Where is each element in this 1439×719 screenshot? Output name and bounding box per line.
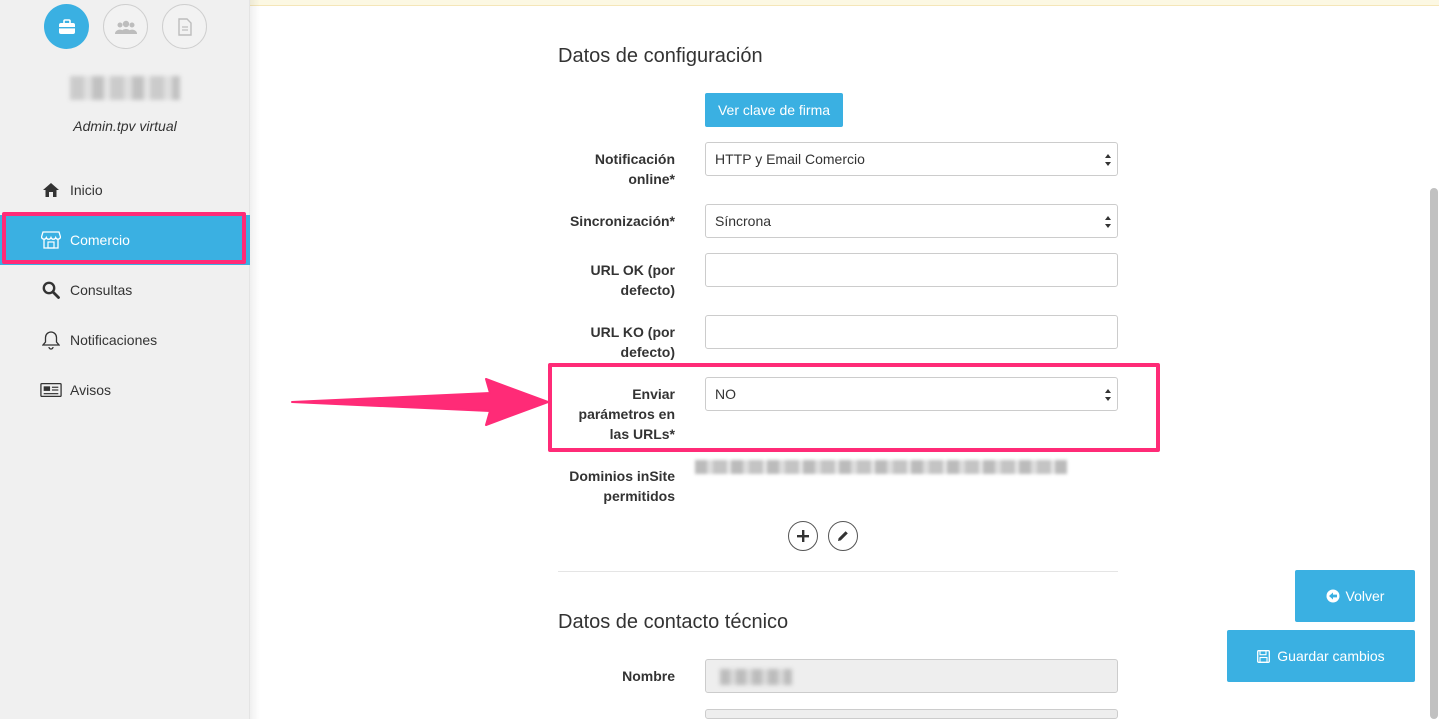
- floppy-disk-icon: [1257, 649, 1271, 663]
- config-section-title: Datos de configuración: [558, 45, 763, 67]
- sincronizacion-select[interactable]: Síncrona: [705, 204, 1118, 238]
- dominios-label: Dominios inSite permitidos: [505, 466, 675, 506]
- section-divider: [558, 571, 1118, 572]
- briefcase-icon[interactable]: [44, 4, 89, 49]
- sincronizacion-label: Sincronización*: [569, 213, 675, 229]
- url-ko-label: URL KO (por defecto): [505, 322, 675, 362]
- sidebar-item-inicio[interactable]: Inicio: [0, 165, 250, 215]
- dominios-value-blurred: [695, 460, 1067, 474]
- save-changes-button[interactable]: Guardar cambios: [1227, 630, 1415, 682]
- sidebar-item-label: Notificaciones: [70, 332, 158, 348]
- vertical-scrollbar[interactable]: [1430, 188, 1438, 719]
- nombre-label: Nombre: [622, 668, 675, 684]
- pencil-icon: [838, 531, 848, 541]
- label-line: URL OK (por: [590, 262, 675, 278]
- enviar-parametros-highlight-box: [548, 363, 1160, 452]
- sidebar: Admin.tpv virtual Inicio Comercio Consul…: [0, 0, 250, 719]
- select-value: HTTP y Email Comercio: [715, 151, 865, 167]
- show-signature-key-button[interactable]: Ver clave de firma: [705, 93, 843, 127]
- sidebar-item-consultas[interactable]: Consultas: [0, 265, 250, 315]
- user-role: Admin.tpv virtual: [73, 118, 177, 134]
- edit-domain-button[interactable]: [828, 521, 858, 551]
- sidebar-item-label: Inicio: [70, 182, 103, 198]
- label-line: permitidos: [603, 488, 675, 504]
- label-line: Notificación: [594, 151, 675, 167]
- sidebar-top-icons: [44, 4, 207, 49]
- back-button-label: Volver: [1345, 588, 1385, 604]
- comercio-highlight-box: [2, 212, 246, 264]
- search-icon: [40, 280, 62, 300]
- sidebar-shadow: [250, 0, 260, 719]
- label-line: online*: [628, 171, 675, 187]
- label-line: defecto): [620, 282, 675, 298]
- url-ok-label: URL OK (por defecto): [505, 260, 675, 300]
- sidebar-item-label: Avisos: [70, 382, 111, 398]
- back-button[interactable]: Volver: [1295, 570, 1415, 622]
- notificacion-select[interactable]: HTTP y Email Comercio: [705, 142, 1118, 176]
- label-line: defecto): [620, 344, 675, 360]
- contact-section-title: Datos de contacto técnico: [558, 611, 789, 633]
- select-arrows-icon: [1105, 216, 1111, 228]
- user-name-blurred: [70, 76, 180, 100]
- notificacion-label: Notificación online*: [505, 149, 675, 189]
- top-warning-strip: [250, 0, 1439, 6]
- users-icon[interactable]: [103, 4, 148, 49]
- label-line: URL KO (por: [590, 324, 675, 340]
- arrow-left-circle-icon: [1326, 589, 1340, 603]
- add-domain-button[interactable]: [788, 521, 818, 551]
- home-icon: [40, 180, 62, 200]
- annotation-arrow-icon: [291, 378, 549, 426]
- plus-icon: [797, 530, 809, 542]
- label-line: Dominios inSite: [569, 468, 675, 484]
- url-ko-input[interactable]: [705, 315, 1118, 349]
- next-field-input[interactable]: [705, 709, 1118, 719]
- sidebar-nav: Inicio Comercio Consultas Notificaciones…: [0, 165, 250, 415]
- bell-icon: [40, 330, 62, 350]
- url-ok-input[interactable]: [705, 253, 1118, 287]
- select-arrows-icon: [1105, 154, 1111, 166]
- document-icon[interactable]: [162, 4, 207, 49]
- sidebar-item-avisos[interactable]: Avisos: [0, 365, 250, 415]
- sidebar-item-notificaciones[interactable]: Notificaciones: [0, 315, 250, 365]
- select-value: Síncrona: [715, 213, 772, 229]
- save-button-label: Guardar cambios: [1277, 648, 1385, 664]
- newspaper-icon: [40, 380, 62, 400]
- nombre-value-blurred: [720, 669, 792, 685]
- sidebar-item-label: Consultas: [70, 282, 133, 298]
